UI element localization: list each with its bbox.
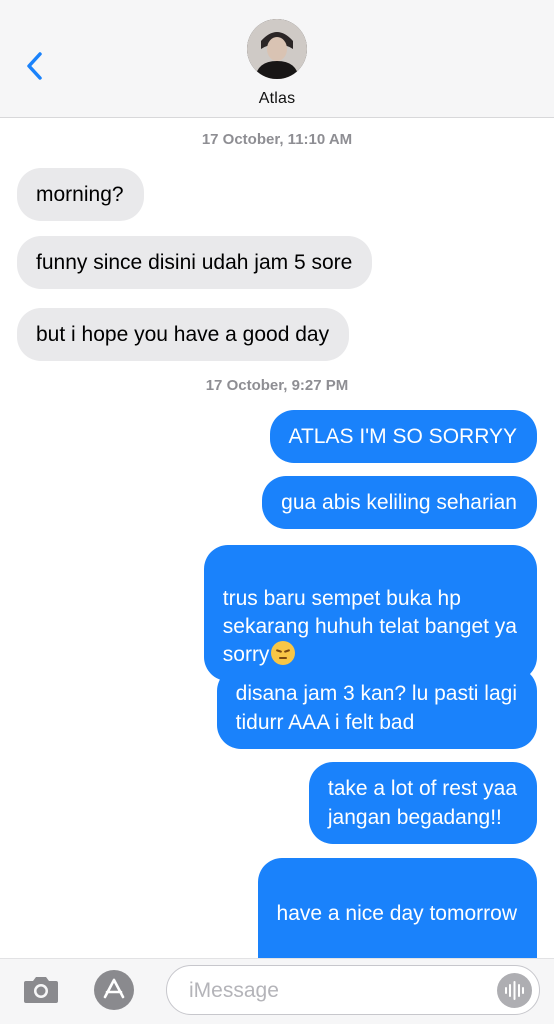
pensive-face-emoji xyxy=(271,641,296,665)
audio-waveform-icon[interactable] xyxy=(497,973,532,1008)
outgoing-message-text: trus baru sempet buka hp sekarang huhuh … xyxy=(222,587,517,666)
camera-icon[interactable] xyxy=(22,973,60,1005)
contact-name[interactable]: Atlas xyxy=(0,90,554,108)
composer-bar: iMessage xyxy=(0,958,554,1024)
contact-avatar[interactable] xyxy=(247,19,307,79)
message-timestamp: 17 October, 9:27 PM xyxy=(205,377,349,394)
message-timestamp: 17 October, 11:10 AM xyxy=(201,131,353,148)
outgoing-message[interactable]: ATLAS I'M SO SORRYY xyxy=(269,410,537,463)
outgoing-message[interactable]: take a lot of rest yaa jangan begadang!! xyxy=(308,762,537,844)
app-store-icon[interactable] xyxy=(94,970,134,1010)
outgoing-message[interactable]: gua abis keliling seharian xyxy=(262,476,537,529)
outgoing-message[interactable]: disana jam 3 kan? lu pasti lagi tidurr A… xyxy=(216,667,537,749)
conversation-header: Atlas xyxy=(0,0,554,118)
outgoing-message[interactable]: trus baru sempet buka hp sekarang huhuh … xyxy=(203,545,537,681)
flexed-biceps-emoji xyxy=(377,928,405,982)
message-input[interactable]: iMessage xyxy=(166,965,540,1015)
incoming-message[interactable]: but i hope you have a good day xyxy=(17,308,350,361)
message-input-placeholder: iMessage xyxy=(189,979,279,1002)
incoming-message[interactable]: morning? xyxy=(17,168,144,221)
incoming-message[interactable]: funny since disini udah jam 5 sore xyxy=(17,236,373,289)
chevron-left-icon[interactable] xyxy=(20,46,52,86)
